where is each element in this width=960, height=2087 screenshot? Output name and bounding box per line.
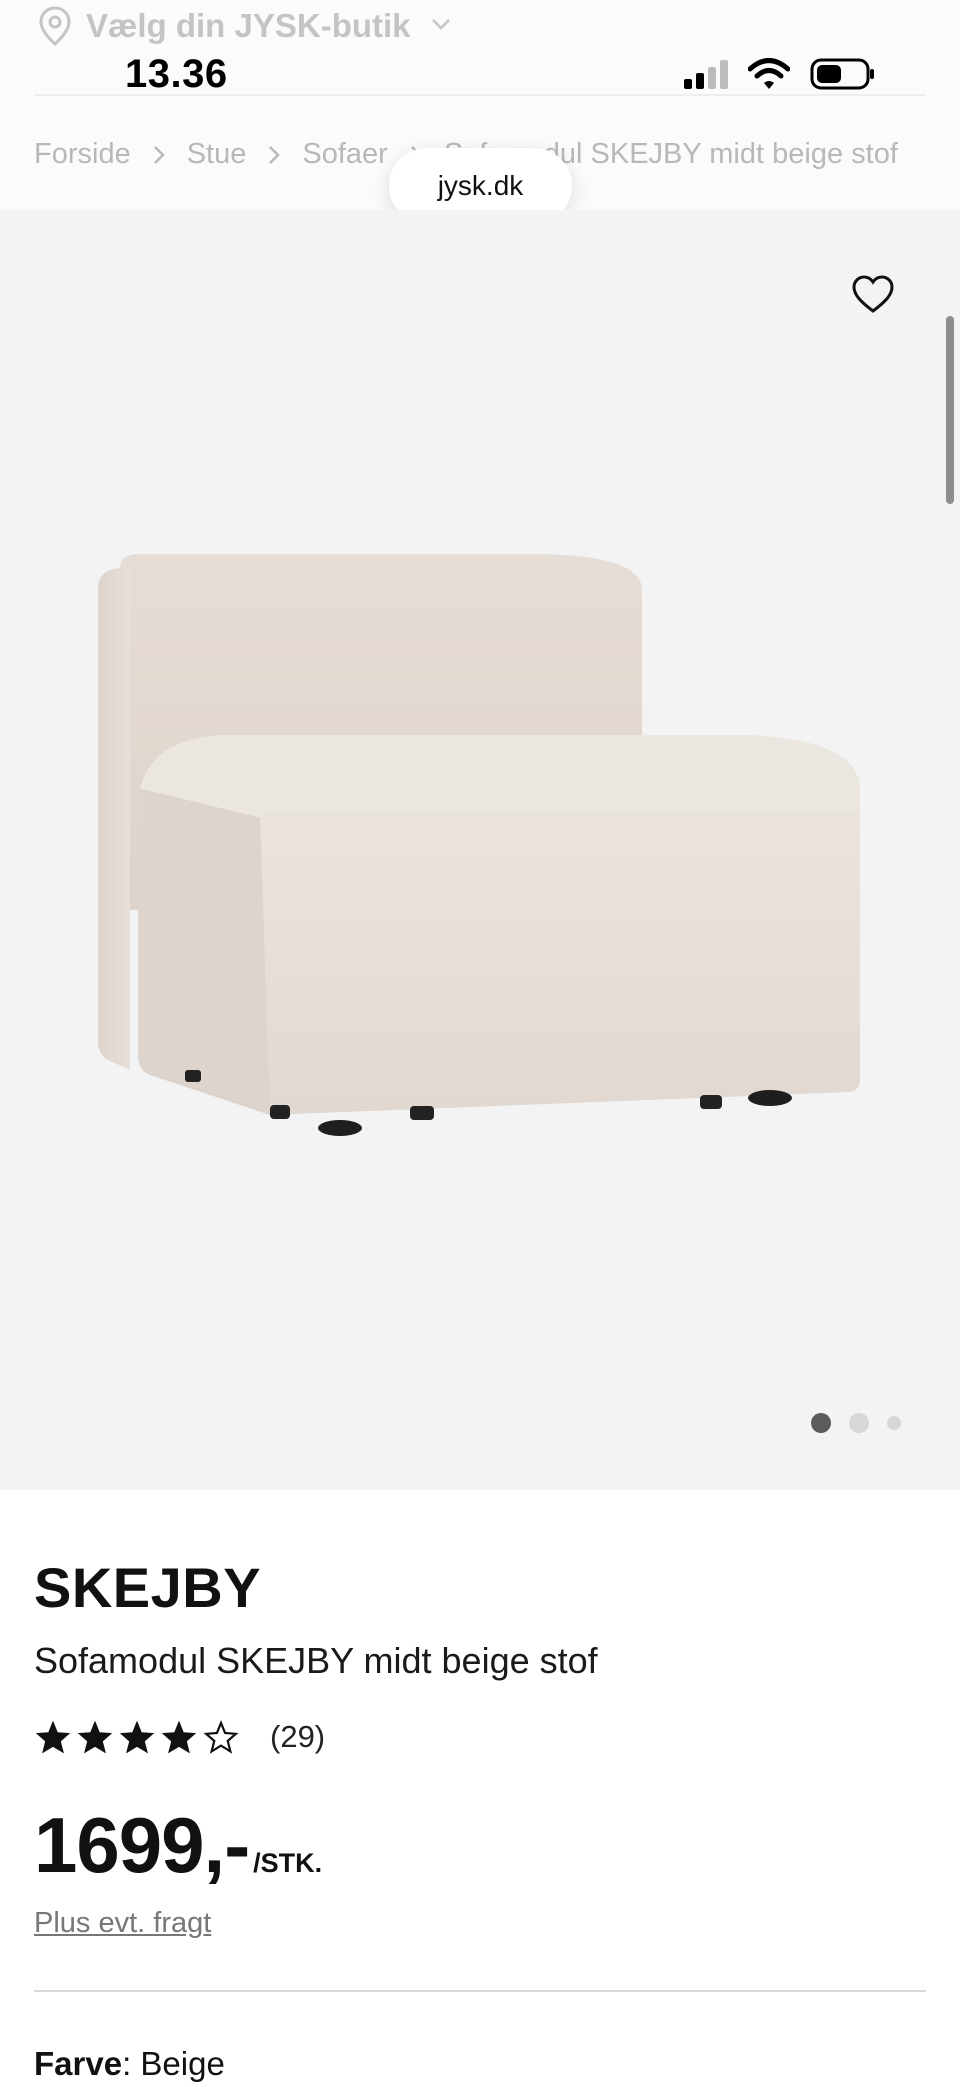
rating-stars [34,1719,240,1755]
product-info: SKEJBY Sofamodul SKEJBY midt beige stof … [34,1555,926,1939]
product-brand: SKEJBY [34,1556,262,1619]
wifi-icon [748,58,790,89]
gallery-pagination [811,1413,901,1433]
product-image [98,554,860,1136]
color-label: Farve [34,2045,123,2082]
gallery-dot-1[interactable] [811,1413,831,1433]
product-price: 1699,- [34,1801,250,1889]
breadcrumb-item-stue[interactable]: Stue [187,138,247,171]
scrollbar[interactable] [946,316,954,504]
store-selector-label: Vælg din JYSK-butik [86,7,411,44]
star-filled-icon [35,1720,71,1754]
status-time: 13.36 [125,52,228,96]
star-filled-icon [161,1720,197,1754]
chevron-down-icon [431,19,450,30]
battery-icon [810,58,874,90]
color-value: Beige [131,2045,225,2082]
price-row: 1699,- /STK. [34,1800,322,1891]
chevron-right-icon [153,145,165,165]
product-name: Sofamodul SKEJBY midt beige stof [34,1640,598,1681]
product-rating[interactable]: (29) [34,1719,325,1755]
header: Vælg din JYSK-butik 13.36 Forside Stue S… [0,0,960,224]
store-selector[interactable]: Vælg din JYSK-butik [38,6,451,46]
gallery-dot-2[interactable] [849,1413,869,1433]
price-unit: /STK. [253,1848,323,1878]
gallery-dot-3[interactable] [887,1416,901,1430]
status-icons [682,58,876,90]
star-filled-icon [77,1720,113,1754]
color-selector[interactable]: Farve: Beige [34,2045,225,2083]
star-empty-icon [203,1720,239,1754]
location-pin-icon [39,6,71,46]
signal-icon [684,60,728,89]
product-gallery[interactable] [0,210,960,1490]
breadcrumb-item-sofaer[interactable]: Sofaer [302,138,387,171]
rating-count: (29) [270,1719,326,1754]
heart-icon[interactable] [851,274,895,314]
freight-link[interactable]: Plus evt. fragt [34,1907,211,1940]
header-divider [34,94,926,96]
star-filled-icon [119,1720,155,1754]
color-separator: : [122,2045,132,2082]
section-divider [34,1990,926,1992]
chevron-right-icon [268,145,281,165]
breadcrumb-item-forside[interactable]: Forside [34,138,131,171]
